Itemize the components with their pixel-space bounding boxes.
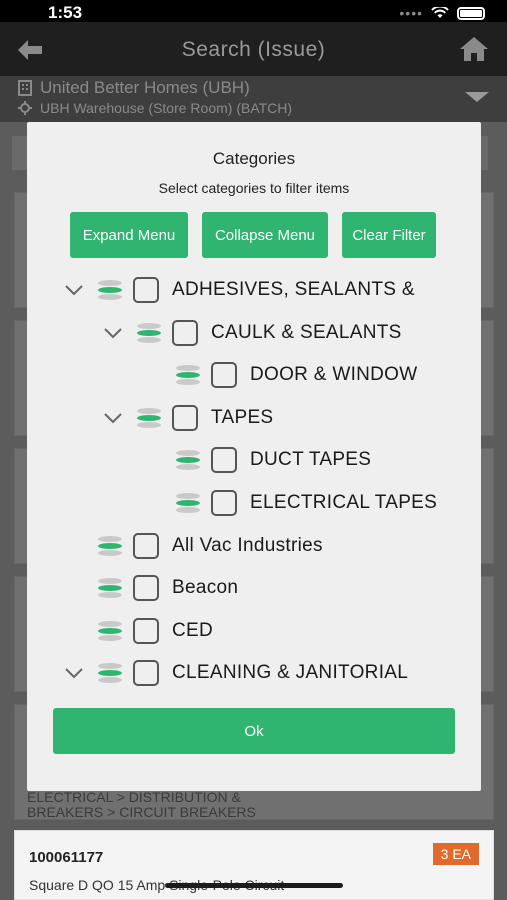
category-label: DUCT TAPES [250,449,372,471]
database-icon [176,493,200,513]
category-row[interactable]: CAULK & SEALANTS [102,313,402,353]
signal-icon: •••• [399,5,423,21]
category-tree: ADHESIVES, SEALANTS & CAULK & SEALANTS DOO… [27,270,481,690]
category-checkbox[interactable] [133,575,159,602]
home-icon[interactable] [459,36,489,62]
category-row[interactable]: Beacon [63,568,238,608]
filter-button-row: Expand Menu Collapse Menu Clear Filter [70,212,436,258]
location-selector[interactable]: United Better Homes (UBH) UBH Warehouse … [0,76,507,122]
database-icon [176,450,200,471]
database-icon [98,578,122,599]
category-checkbox[interactable] [211,362,237,389]
chevron-down-icon[interactable] [465,92,489,102]
chevron-down-icon[interactable] [63,279,85,301]
location-icon [18,101,32,115]
expand-menu-button[interactable]: Expand Menu [70,212,188,258]
warehouse-name: UBH Warehouse (Store Room) (BATCH) [40,100,293,116]
category-row[interactable]: ELECTRICAL TAPES [141,483,437,523]
category-row[interactable]: DUCT TAPES [141,440,371,480]
category-row[interactable]: CLEANING & JANITORIAL [63,653,408,690]
item-number: 100061177 [29,849,104,866]
category-label: DOOR & WINDOW [250,364,418,386]
status-time: 1:53 [48,3,83,22]
battery-icon [457,6,485,20]
database-icon [176,365,200,386]
category-checkbox[interactable] [211,447,237,474]
chevron-down-icon[interactable] [63,662,85,684]
category-label: ELECTRICAL TAPES [250,492,438,513]
database-icon [137,407,161,428]
collapse-menu-button[interactable]: Collapse Menu [202,212,328,258]
modal-title: Categories [212,149,296,168]
category-checkbox[interactable] [172,319,198,346]
building-icon [18,80,32,96]
modal-subtitle: Select categories to filter items [158,180,350,196]
category-label: All Vac Industries [172,534,323,556]
status-icons: •••• [399,5,485,21]
category-row[interactable]: CED [63,611,213,651]
category-path-2: BREAKERS > CIRCUIT BREAKERS [27,804,256,820]
category-checkbox[interactable] [172,404,198,431]
category-label: CAULK & SEALANTS [211,321,402,343]
category-label: ADHESIVES, SEALANTS & [172,279,415,300]
category-checkbox[interactable] [133,277,159,303]
category-checkbox[interactable] [133,660,159,687]
category-row[interactable]: DOOR & WINDOW [141,355,418,395]
category-label: Beacon [172,577,239,599]
company-row: United Better Homes (UBH) [18,78,250,98]
database-icon [98,663,122,684]
categories-modal: Categories Select categories to filter i… [27,122,481,791]
category-label: TAPES [211,406,274,428]
result-card[interactable]: 100061177 3 EA Square D QO 15 Amp Single… [14,830,494,900]
chevron-down-icon[interactable] [102,407,124,429]
app-header: Search (Issue) [0,22,507,76]
category-checkbox[interactable] [133,532,159,559]
category-checkbox[interactable] [133,617,159,644]
home-indicator [165,883,343,888]
wifi-icon [431,7,449,18]
page-title: Search (Issue) [181,38,326,61]
quantity-badge: 3 EA [432,843,479,865]
category-row[interactable]: ADHESIVES, SEALANTS & [63,270,415,310]
database-icon [98,535,122,556]
category-row[interactable]: TAPES [102,398,273,438]
database-icon [98,620,122,641]
warehouse-row: UBH Warehouse (Store Room) (BATCH) [18,100,292,116]
company-name: United Better Homes (UBH) [40,78,250,97]
database-icon [137,322,161,343]
status-bar: 1:53 •••• [0,0,507,22]
category-path: ELECTRICAL > DISTRIBUTION & [27,789,241,805]
category-row[interactable]: All Vac Industries [63,526,323,566]
clear-filter-button[interactable]: Clear Filter [342,212,436,258]
category-label: CLEANING & JANITORIAL [172,662,409,684]
ok-button[interactable]: Ok [53,708,455,754]
database-icon [98,280,122,300]
category-checkbox[interactable] [211,490,237,516]
category-label: CED [172,619,214,641]
chevron-down-icon[interactable] [102,322,124,344]
